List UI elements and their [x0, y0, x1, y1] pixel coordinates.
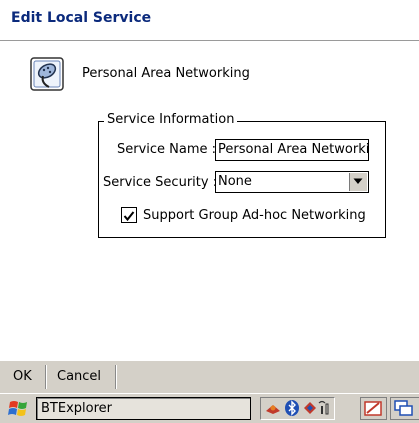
- cancel-button[interactable]: Cancel: [57, 369, 101, 384]
- windows-flag-icon[interactable]: [7, 398, 31, 419]
- serial-plug-icon: [29, 56, 65, 92]
- service-name-label: Service Name :: [117, 142, 217, 157]
- checkmark-icon: [123, 211, 135, 222]
- service-security-value: None: [218, 174, 252, 189]
- bluetooth-icon[interactable]: [283, 399, 301, 421]
- service-security-label: Service Security :: [103, 175, 218, 190]
- service-display-name: Personal Area Networking: [82, 66, 250, 81]
- dropdown-button[interactable]: [349, 173, 367, 191]
- menu-bar: OK Cancel: [0, 360, 419, 394]
- chevron-down-icon: [353, 178, 363, 184]
- adhoc-label[interactable]: Support Group Ad-hoc Networking: [143, 208, 366, 223]
- input-panel-button[interactable]: [360, 397, 387, 420]
- adhoc-checkbox[interactable]: [121, 207, 137, 223]
- network-icon[interactable]: [264, 399, 282, 421]
- input-panel-icon: [364, 401, 382, 416]
- switch-window-button[interactable]: [390, 397, 419, 420]
- task-button-btexplorer[interactable]: BTExplorer: [36, 397, 251, 420]
- title-bar: Edit Local Service: [0, 0, 419, 41]
- menu-separator: [116, 365, 117, 389]
- window-title: Edit Local Service: [11, 10, 152, 26]
- task-label: BTExplorer: [41, 401, 112, 416]
- signal-icon[interactable]: [317, 399, 333, 421]
- service-name-input[interactable]: Personal Area Networki: [215, 139, 369, 161]
- ok-button[interactable]: OK: [13, 369, 32, 384]
- system-tray: [260, 397, 335, 420]
- service-security-select[interactable]: None: [215, 171, 369, 193]
- group-legend: Service Information: [104, 112, 238, 127]
- taskbar: BTExplorer: [0, 393, 419, 423]
- switch-window-icon: [394, 400, 413, 416]
- menu-separator: [46, 365, 47, 389]
